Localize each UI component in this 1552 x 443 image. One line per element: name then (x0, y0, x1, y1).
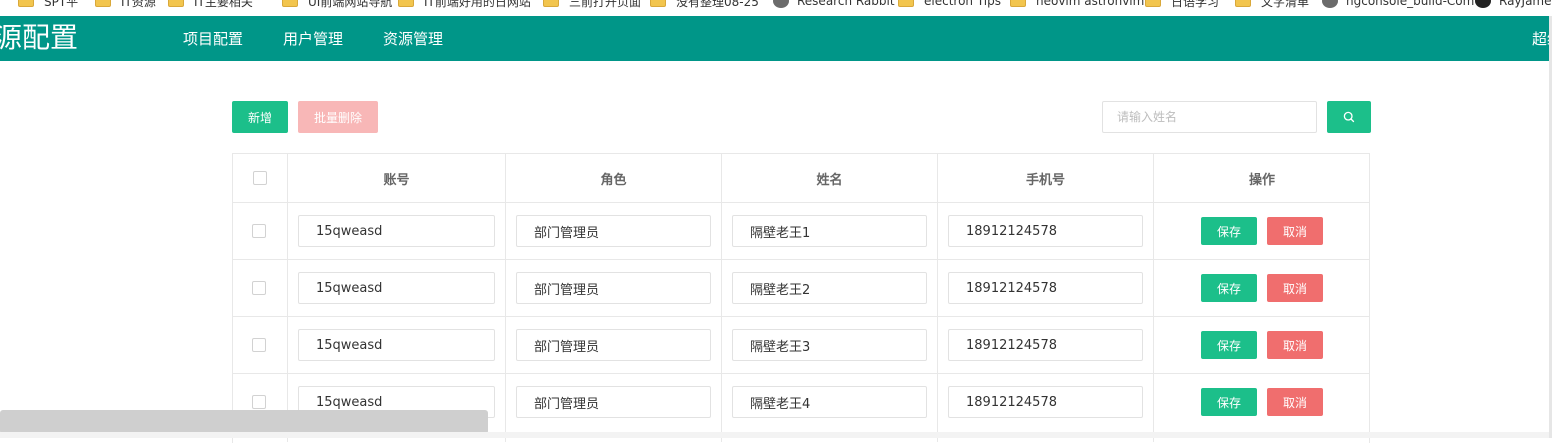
site-icon (1322, 0, 1338, 8)
row-checkbox[interactable] (252, 338, 266, 352)
role-input[interactable]: 部门管理员 (516, 272, 711, 304)
column-header-phone: 手机号 (938, 154, 1154, 202)
search-icon (1343, 111, 1355, 123)
folder-icon (95, 0, 111, 7)
bookmark-item[interactable]: IT前端好用的日网站 (398, 0, 531, 11)
save-button[interactable]: 保存 (1201, 388, 1257, 416)
select-all-checkbox[interactable] (253, 171, 267, 185)
save-button[interactable]: 保存 (1201, 331, 1257, 359)
folder-icon (1235, 0, 1251, 7)
column-header-actions: 操作 (1248, 172, 1275, 188)
folder-icon (168, 0, 184, 7)
bookmark-item[interactable]: UI前端网站导航 (282, 0, 392, 11)
role-input[interactable]: 部门管理员 (516, 386, 711, 418)
table-row: 15qweasd 部门管理员 隔壁老王1 18912124578 保存 取消 (233, 203, 1369, 259)
phone-input[interactable]: 18912124578 (948, 329, 1143, 361)
row-checkbox[interactable] (252, 224, 266, 238)
column-header-name: 姓名 (722, 154, 938, 202)
add-button[interactable]: 新增 (232, 101, 288, 133)
account-input[interactable]: 15qweasd (298, 215, 495, 247)
table-row: 15qweasd 部门管理员 隔壁老王2 18912124578 保存 取消 (233, 260, 1369, 316)
bookmark-item[interactable]: RayJames (1475, 0, 1552, 11)
cancel-button[interactable]: 取消 (1267, 331, 1323, 359)
folder-icon (1010, 0, 1026, 7)
name-input[interactable]: 隔壁老王4 (732, 386, 927, 418)
column-header-role: 角色 (506, 154, 722, 202)
phone-input[interactable]: 18912124578 (948, 386, 1143, 418)
name-input[interactable]: 隔壁老王3 (732, 329, 927, 361)
table-row: 15qweasd 部门管理员 隔壁老王3 18912124578 保存 取消 (233, 317, 1369, 373)
folder-icon (650, 0, 666, 7)
bookmark-item[interactable]: IT资源 (95, 0, 156, 11)
bookmark-item[interactable]: neovim astronvim (1010, 0, 1144, 11)
row-checkbox[interactable] (252, 281, 266, 295)
cancel-button[interactable]: 取消 (1267, 217, 1323, 245)
folder-icon (898, 0, 914, 7)
folder-icon (1145, 0, 1161, 7)
save-button[interactable]: 保存 (1201, 274, 1257, 302)
bookmark-item[interactable]: electron Tips (898, 0, 1001, 11)
bookmark-item[interactable]: SPT平 (18, 0, 78, 11)
nav-item-resource-management[interactable]: 资源管理 (383, 16, 443, 61)
user-table: 账号 角色 姓名 手机号 操作 15qweasd 部门管理员 隔壁老王1 189… (232, 153, 1370, 443)
folder-icon (282, 0, 298, 7)
phone-input[interactable]: 18912124578 (948, 215, 1143, 247)
account-input[interactable]: 15qweasd (298, 329, 495, 361)
bookmark-item[interactable]: 日语学习 (1145, 0, 1219, 11)
folder-icon (543, 0, 559, 7)
bookmark-item[interactable]: 没有整理08-25 (650, 0, 759, 11)
role-input[interactable]: 部门管理员 (516, 215, 711, 247)
column-header-account: 账号 (288, 154, 506, 202)
bookmark-item[interactable]: IT主要相关 (168, 0, 253, 11)
github-icon (1475, 0, 1491, 8)
cancel-button[interactable]: 取消 (1267, 274, 1323, 302)
bookmarks-bar: SPT平 IT资源 IT主要相关 UI前端网站导航 IT前端好用的日网站 三前打… (0, 0, 1552, 16)
app-header: 源配置 项目配置 用户管理 资源管理 超级 (0, 16, 1552, 61)
save-button[interactable]: 保存 (1201, 217, 1257, 245)
name-search-input[interactable] (1102, 101, 1317, 133)
batch-delete-button[interactable]: 批量删除 (298, 101, 378, 133)
bookmark-item[interactable]: 三前打开页面 (543, 0, 641, 11)
app-brand: 源配置 (0, 21, 79, 54)
account-input[interactable]: 15qweasd (298, 272, 495, 304)
bookmark-item[interactable]: ngconsole_build-Com (1322, 0, 1474, 11)
site-icon (773, 0, 789, 8)
name-input[interactable]: 隔壁老王2 (732, 272, 927, 304)
bookmark-item[interactable]: Research Rabbit (773, 0, 895, 11)
phone-input[interactable]: 18912124578 (948, 272, 1143, 304)
window-bottom-edge (0, 432, 1552, 438)
folder-icon (18, 0, 34, 7)
search-button[interactable] (1327, 101, 1371, 133)
bookmark-item[interactable]: 文字清单 (1235, 0, 1309, 11)
nav-item-user-management[interactable]: 用户管理 (283, 16, 343, 61)
role-input[interactable]: 部门管理员 (516, 329, 711, 361)
nav-item-project-config[interactable]: 项目配置 (183, 16, 243, 61)
cancel-button[interactable]: 取消 (1267, 388, 1323, 416)
select-all-cell (233, 154, 288, 202)
name-input[interactable]: 隔壁老王1 (732, 215, 927, 247)
horizontal-scrollbar[interactable] (0, 410, 488, 434)
folder-icon (398, 0, 414, 7)
row-checkbox[interactable] (252, 395, 266, 409)
